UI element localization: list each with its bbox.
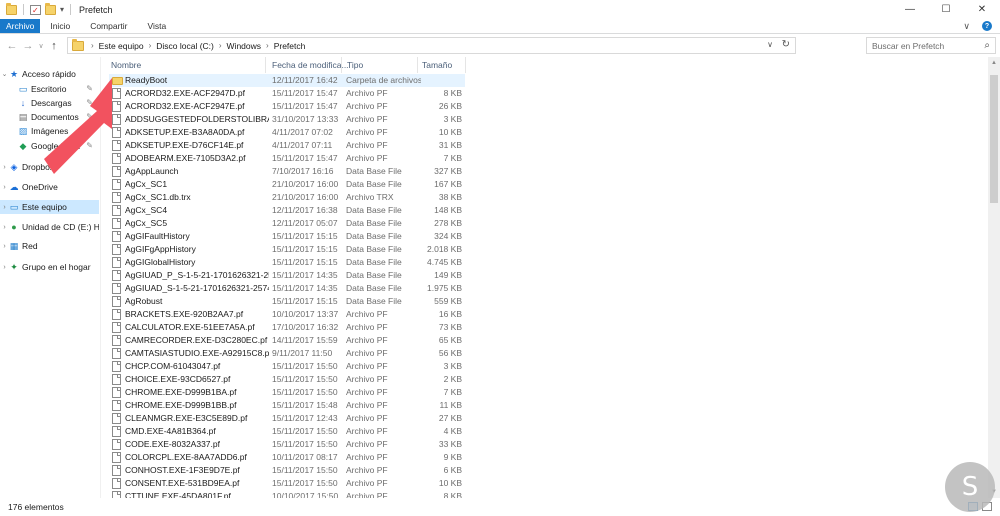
red-arrow-annotation-icon — [44, 78, 112, 174]
site-logo: S — [945, 462, 995, 512]
